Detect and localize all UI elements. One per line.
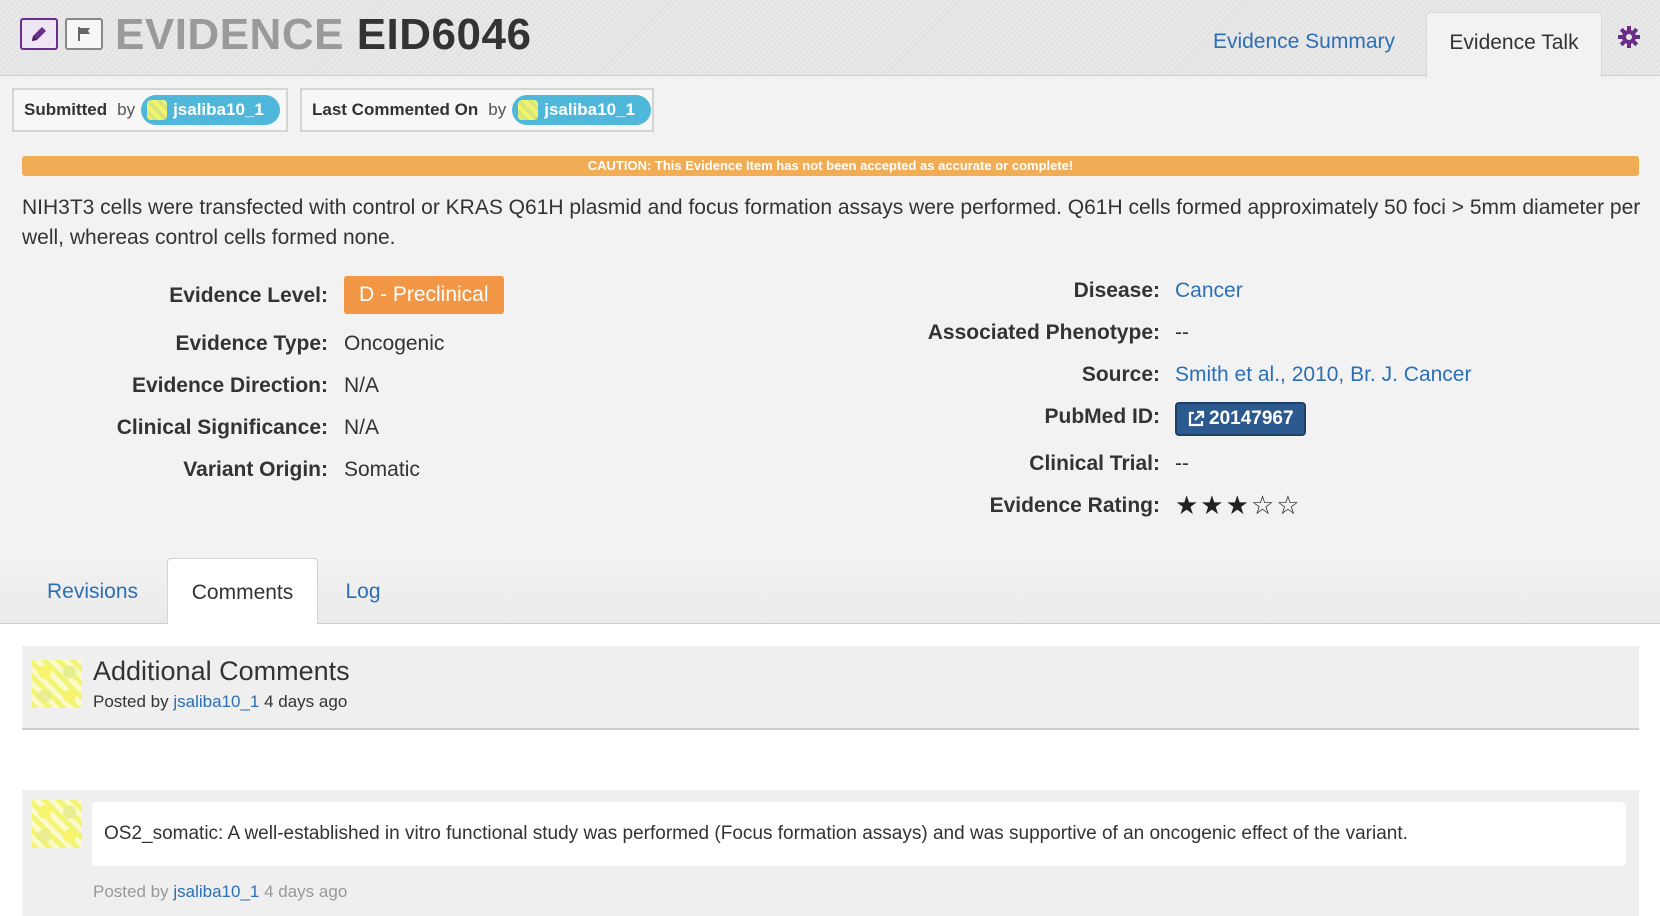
pencil-icon: [32, 27, 46, 41]
evidence-level-label: Evidence Level:: [169, 284, 328, 307]
tab-evidence-summary[interactable]: Evidence Summary: [1194, 12, 1414, 76]
last-commented-by-label: by: [488, 100, 507, 119]
comment-thread-user-link[interactable]: jsaliba10_1: [173, 692, 259, 711]
pubmed-link-button[interactable]: 20147967: [1175, 402, 1306, 436]
submitted-user-name: jsaliba10_1: [173, 100, 264, 119]
evidence-rating-stars: ★★★☆☆: [1175, 490, 1302, 520]
comments-panel: Additional Comments Posted by jsaliba10_…: [0, 624, 1660, 916]
posted-by-label: Posted by: [93, 882, 169, 901]
title-id: EID6046: [356, 10, 532, 59]
associated-phenotype-label: Associated Phenotype:: [927, 321, 1160, 344]
clinical-significance-value: N/A: [344, 416, 380, 439]
title-prefix: EVIDENCE: [115, 10, 344, 59]
flag-button[interactable]: [65, 18, 103, 50]
flag-icon: [78, 27, 90, 41]
tab-evidence-talk[interactable]: Evidence Talk: [1426, 12, 1602, 77]
last-commented-label: Last Commented On: [312, 100, 479, 119]
comment-thread-title: Additional Comments: [93, 656, 350, 686]
disease-label: Disease:: [1073, 279, 1160, 302]
last-commented-user-name: jsaliba10_1: [544, 100, 635, 119]
variant-origin-value: Somatic: [344, 458, 420, 481]
settings-button[interactable]: [1618, 26, 1640, 53]
submitted-label: Submitted: [24, 100, 108, 119]
comment-thread-time: 4 days ago: [264, 692, 348, 711]
page-header: EVIDENCE EID6046 Evidence Summary Eviden…: [0, 0, 1660, 77]
submitted-user-pill[interactable]: jsaliba10_1: [141, 95, 280, 125]
pubmed-id-label: PubMed ID:: [1044, 405, 1161, 428]
evidence-description: NIH3T3 cells were transfected with contr…: [22, 196, 1641, 249]
avatar: [32, 800, 82, 848]
evidence-type-value: Oncogenic: [344, 332, 445, 355]
comment-meta: Posted by jsaliba10_1 4 days ago: [93, 882, 347, 902]
evidence-direction-label: Evidence Direction:: [131, 374, 328, 397]
evidence-rating-label: Evidence Rating:: [989, 494, 1160, 517]
comment-user-link[interactable]: jsaliba10_1: [173, 882, 259, 901]
talk-tab-bar: Revisions Comments Log: [0, 552, 1660, 625]
user-avatar: [147, 100, 168, 120]
variant-origin-label: Variant Origin:: [183, 458, 328, 481]
comment-thread-header: Additional Comments Posted by jsaliba10_…: [22, 646, 1639, 730]
avatar: [32, 660, 82, 708]
submitted-by-label: by: [117, 100, 136, 119]
pubmed-id-value: 20147967: [1209, 408, 1294, 429]
comment-item: OS2_somatic: A well-established in vitro…: [22, 790, 1639, 916]
tab-comments[interactable]: Comments: [167, 558, 318, 625]
edit-button[interactable]: [20, 18, 58, 50]
comment-thread-meta: Posted by jsaliba10_1 4 days ago: [93, 692, 347, 712]
source-label: Source:: [1081, 363, 1160, 386]
last-commented-user-pill[interactable]: jsaliba10_1: [512, 95, 651, 125]
tab-revisions[interactable]: Revisions: [40, 552, 145, 624]
last-commented-box: Last Commented On by jsaliba10_1: [300, 88, 654, 132]
associated-phenotype-value: --: [1175, 321, 1189, 344]
user-avatar: [518, 100, 539, 120]
external-link-icon: [1188, 410, 1205, 427]
submitted-box: Submitted by jsaliba10_1: [12, 88, 288, 132]
evidence-level-badge: D - Preclinical: [344, 276, 504, 314]
comment-text: OS2_somatic: A well-established in vitro…: [92, 802, 1626, 866]
evidence-type-label: Evidence Type:: [175, 332, 329, 355]
page-title: EVIDENCE EID6046: [115, 10, 531, 60]
comment-time: 4 days ago: [264, 882, 348, 901]
clinical-trial-value: --: [1175, 452, 1189, 475]
tab-log[interactable]: Log: [338, 552, 388, 624]
clinical-significance-label: Clinical Significance:: [116, 416, 328, 439]
source-link[interactable]: Smith et al., 2010, Br. J. Cancer: [1175, 363, 1471, 387]
posted-by-label: Posted by: [93, 692, 169, 711]
caution-banner: CAUTION: This Evidence Item has not been…: [22, 156, 1639, 176]
disease-link[interactable]: Cancer: [1175, 279, 1243, 303]
evidence-direction-value: N/A: [344, 374, 380, 397]
clinical-trial-label: Clinical Trial:: [1029, 452, 1160, 475]
gear-icon: [1618, 26, 1640, 48]
